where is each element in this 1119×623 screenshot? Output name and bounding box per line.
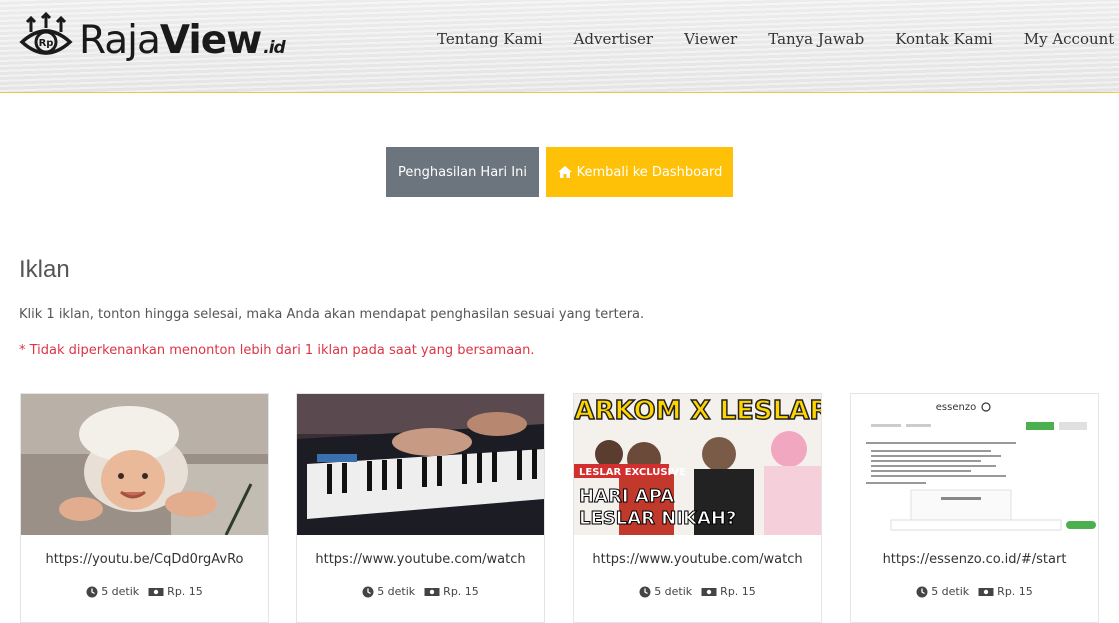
thumb-caption-line-1: HARI APA xyxy=(579,486,674,507)
nav-viewer[interactable]: Viewer xyxy=(684,30,737,48)
ad-url: https://youtu.be/CqDd0rgAvRo xyxy=(45,552,244,567)
money-icon xyxy=(978,587,994,596)
ad-reward: Rp. 15 xyxy=(167,585,203,598)
ad-meta: 5 detik Rp. 15 xyxy=(297,585,544,598)
clock-icon xyxy=(916,586,928,597)
ad-card[interactable]: https://www.youtube.com/watch 5 detik Rp… xyxy=(296,393,545,623)
ad-reward: Rp. 15 xyxy=(997,585,1033,598)
earnings-today-label: Penghasilan Hari Ini xyxy=(398,164,527,180)
clock-icon xyxy=(362,586,374,597)
ad-meta: 5 detik Rp. 15 xyxy=(574,585,821,598)
brand-name-view: View xyxy=(159,17,262,63)
earnings-today-button[interactable]: Penghasilan Hari Ini xyxy=(386,147,539,197)
page-title: Iklan xyxy=(19,256,70,283)
ad-url: https://essenzo.co.id/#/start xyxy=(882,552,1067,567)
brand-tld: .id xyxy=(263,37,285,58)
thumb-brand: essenzo xyxy=(936,402,976,413)
thumb-caption-line-2: LESLAR NIKAH? xyxy=(579,508,736,529)
ad-meta: 5 detik Rp. 15 xyxy=(851,585,1098,598)
ad-duration: 5 detik xyxy=(654,585,693,598)
money-icon xyxy=(701,587,717,596)
ad-url: https://www.youtube.com/watch xyxy=(592,552,803,567)
money-icon xyxy=(424,587,440,596)
ads-instructions: Klik 1 iklan, tonton hingga selesai, mak… xyxy=(19,307,645,322)
brand-wordmark: RajaView .id xyxy=(79,17,286,63)
nav-advertiser[interactable]: Advertiser xyxy=(574,30,654,48)
ad-thumbnail-keyboard[interactable] xyxy=(297,394,544,535)
back-to-dashboard-button[interactable]: Kembali ke Dashboard xyxy=(546,147,733,197)
clock-icon xyxy=(86,586,98,597)
brand-logo[interactable]: Rp RajaView .id xyxy=(19,11,286,67)
ad-card[interactable]: JARKOM X LESLAR LESLAR EXCLUSIVE HARI AP… xyxy=(573,393,822,623)
nav-tanya-jawab[interactable]: Tanya Jawab xyxy=(768,30,864,48)
back-to-dashboard-label: Kembali ke Dashboard xyxy=(576,164,723,180)
home-icon xyxy=(557,166,572,178)
money-icon xyxy=(148,587,164,596)
ad-reward: Rp. 15 xyxy=(443,585,479,598)
ads-warning: * Tidak diperkenankan menonton lebih dar… xyxy=(19,343,535,358)
site-header: Rp RajaView .id Tentang Kami Advertiser V… xyxy=(0,0,1119,93)
eye-rupiah-logo-icon: Rp xyxy=(19,12,73,55)
ad-reward: Rp. 15 xyxy=(720,585,756,598)
ad-duration: 5 detik xyxy=(931,585,970,598)
nav-tentang-kami[interactable]: Tentang Kami xyxy=(437,30,543,48)
ad-card[interactable]: https://youtu.be/CqDd0rgAvRo 5 detik Rp.… xyxy=(20,393,269,623)
ad-card[interactable]: essenzo https://essenzo.co.id/#/start 5 … xyxy=(850,393,1099,623)
clock-icon xyxy=(639,586,651,597)
nav-my-account-label: My Account xyxy=(1023,30,1115,48)
nav-kontak-kami[interactable]: Kontak Kami xyxy=(895,30,993,48)
ad-meta: 5 detik Rp. 15 xyxy=(21,585,268,598)
thumb-badge: LESLAR EXCLUSIVE xyxy=(579,467,686,478)
nav-my-account[interactable]: My Account xyxy=(1024,30,1119,48)
ad-thumbnail-baby[interactable] xyxy=(21,394,268,535)
ad-duration: 5 detik xyxy=(101,585,140,598)
ad-duration: 5 detik xyxy=(377,585,416,598)
ad-thumbnail-jarkom-leslar[interactable]: JARKOM X LESLAR LESLAR EXCLUSIVE HARI AP… xyxy=(574,394,821,535)
thumb-title: JARKOM X LESLAR xyxy=(574,396,821,426)
main-nav: Tentang Kami Advertiser Viewer Tanya Jaw… xyxy=(437,30,1119,48)
ad-thumbnail-essenzo[interactable]: essenzo xyxy=(851,394,1098,535)
ad-url: https://www.youtube.com/watch xyxy=(315,552,526,567)
brand-name-raja: Raja xyxy=(79,17,161,63)
svg-text:Rp: Rp xyxy=(39,38,54,49)
